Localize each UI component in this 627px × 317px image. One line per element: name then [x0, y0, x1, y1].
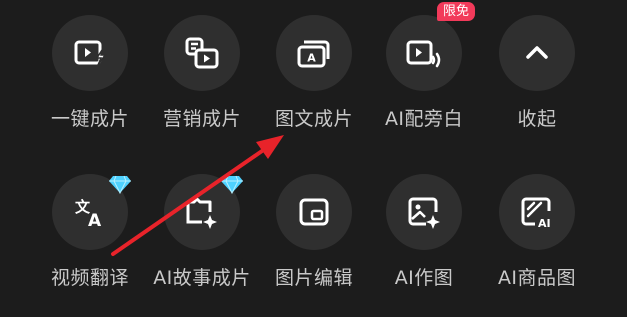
image-text-video-icon: A	[297, 40, 330, 68]
tool-ai-product-image[interactable]: AI AI商品图	[482, 174, 592, 289]
one-click-video-icon	[74, 40, 107, 66]
tool-label: 图文成片	[274, 108, 353, 130]
tool-button[interactable]: AI	[499, 174, 575, 250]
tool-label: 一键成片	[50, 108, 129, 130]
diamond-icon	[109, 175, 131, 194]
svg-text:A: A	[88, 211, 102, 231]
ai-story-icon	[186, 197, 217, 229]
tool-collapse[interactable]: 收起	[482, 15, 592, 130]
tool-button[interactable]: 限免	[386, 2, 476, 91]
tool-marketing-video[interactable]: 营销成片	[147, 15, 257, 130]
tool-label: AI故事成片	[153, 267, 251, 289]
translate-icon: 文 A	[75, 198, 102, 231]
ai-voiceover-icon	[406, 40, 441, 68]
image-edit-icon	[299, 198, 329, 226]
tool-button[interactable]: A	[276, 15, 352, 91]
ai-draw-icon	[408, 197, 440, 229]
free-badge: 限免	[437, 2, 476, 21]
tools-panel: 一键成片 营销成片 A 图文成片 限免 AI配旁白 收起 文 A 视频翻译 AI…	[0, 0, 627, 317]
tool-button[interactable]	[52, 15, 128, 91]
tool-label: 视频翻译	[50, 267, 129, 289]
svg-text:AI: AI	[538, 217, 551, 230]
tool-button[interactable]	[386, 174, 462, 250]
tool-label: 图片编辑	[274, 267, 353, 289]
tool-image-edit[interactable]: 图片编辑	[259, 174, 369, 289]
tool-label: 营销成片	[162, 108, 241, 130]
tool-ai-voiceover[interactable]: 限免 AI配旁白	[369, 2, 479, 130]
tool-label: 收起	[517, 108, 557, 130]
tool-label: AI商品图	[497, 267, 577, 289]
ai-product-image-icon: AI	[521, 197, 551, 230]
tool-button[interactable]	[276, 174, 352, 250]
tool-label: AI配旁白	[384, 108, 464, 130]
tool-label: AI作图	[394, 267, 454, 289]
diamond-icon	[221, 175, 243, 194]
marketing-video-icon	[185, 37, 219, 69]
chevron-up-icon	[526, 46, 548, 59]
tool-one-click-video[interactable]: 一键成片	[35, 15, 145, 130]
tool-button[interactable]	[164, 15, 240, 91]
tool-image-text-video[interactable]: A 图文成片	[259, 15, 369, 130]
collapse-button[interactable]	[499, 15, 575, 91]
svg-text:A: A	[307, 52, 316, 65]
tool-ai-draw[interactable]: AI作图	[369, 174, 479, 289]
